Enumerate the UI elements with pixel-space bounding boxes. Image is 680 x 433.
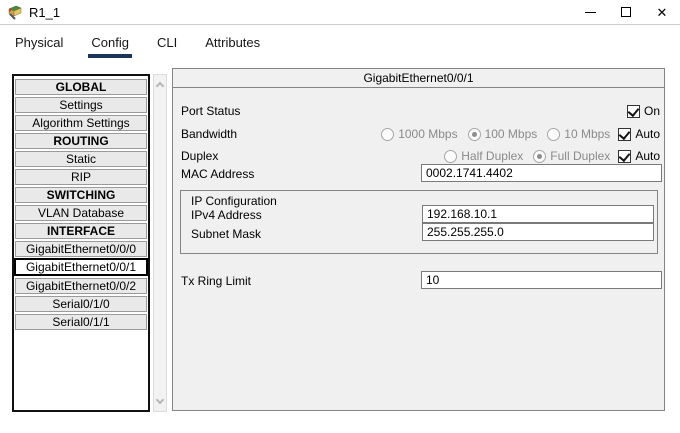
- close-icon: ✕: [656, 4, 668, 20]
- subnet-mask-label: Subnet Mask: [191, 227, 262, 241]
- port-status-on-label: On: [643, 104, 660, 118]
- bandwidth-10-radio[interactable]: [547, 127, 561, 141]
- sidebar-item-algorithm-settings[interactable]: Algorithm Settings: [15, 115, 147, 131]
- sidebar-header-global: GLOBAL: [15, 79, 147, 95]
- bandwidth-option-1000[interactable]: 1000 Mbps: [381, 127, 458, 141]
- sidebar-item-gig0-0-2[interactable]: GigabitEthernet0/0/2: [15, 278, 147, 294]
- sidebar-header-routing: ROUTING: [15, 133, 147, 149]
- config-sidebar: GLOBAL Settings Algorithm Settings ROUTI…: [12, 74, 150, 412]
- sidebar-scrollbar[interactable]: [153, 74, 167, 412]
- interface-panel-title: GigabitEthernet0/0/1: [173, 69, 664, 88]
- sidebar-item-rip[interactable]: RIP: [15, 169, 147, 185]
- config-content: GLOBAL Settings Algorithm Settings ROUTI…: [0, 62, 680, 433]
- sidebar-item-gig0-0-0[interactable]: GigabitEthernet0/0/0: [15, 241, 147, 257]
- ip-configuration-group: IP Configuration IPv4 Address Subnet Mas…: [180, 190, 658, 254]
- half-duplex-radio[interactable]: [444, 149, 458, 163]
- bandwidth-auto[interactable]: Auto: [618, 127, 660, 141]
- duplex-row: Duplex Half Duplex Full Duplex Auto: [181, 147, 660, 165]
- sidebar-item-static[interactable]: Static: [15, 151, 147, 167]
- bandwidth-1000-radio[interactable]: [381, 127, 395, 141]
- sidebar-item-settings[interactable]: Settings: [15, 97, 147, 113]
- router-device-icon: [7, 4, 23, 20]
- minimize-button[interactable]: [572, 0, 608, 24]
- port-status-row: Port Status On: [181, 102, 660, 120]
- sidebar-item-serial0-1-0[interactable]: Serial0/1/0: [15, 296, 147, 312]
- sidebar-header-switching: SWITCHING: [15, 187, 147, 203]
- close-button[interactable]: ✕: [644, 0, 680, 24]
- mac-address-label: MAC Address: [181, 167, 255, 181]
- scroll-up-icon[interactable]: [155, 81, 165, 91]
- duplex-option-half[interactable]: Half Duplex: [444, 149, 523, 163]
- duplex-auto[interactable]: Auto: [618, 149, 660, 163]
- maximize-button[interactable]: [608, 0, 644, 24]
- bandwidth-row: Bandwidth 1000 Mbps 100 Mbps 10 Mbps Aut…: [181, 125, 660, 143]
- tab-bar: Physical Config CLI Attributes: [0, 25, 680, 62]
- mac-address-input[interactable]: [421, 164, 662, 182]
- ip-configuration-title: IP Configuration: [191, 194, 277, 208]
- bandwidth-option-10[interactable]: 10 Mbps: [547, 127, 610, 141]
- tx-ring-limit-label: Tx Ring Limit: [181, 274, 252, 288]
- ipv4-address-label: IPv4 Address: [191, 208, 262, 222]
- duplex-option-full[interactable]: Full Duplex: [533, 149, 610, 163]
- full-duplex-radio[interactable]: [533, 149, 547, 163]
- tab-physical[interactable]: Physical: [12, 35, 66, 58]
- tab-config[interactable]: Config: [88, 35, 132, 58]
- duplex-label: Duplex: [181, 149, 219, 163]
- tx-ring-limit-input[interactable]: [421, 271, 662, 289]
- maximize-icon: [621, 7, 631, 17]
- subnet-mask-input[interactable]: [422, 223, 654, 241]
- bandwidth-label: Bandwidth: [181, 127, 238, 141]
- scroll-down-icon[interactable]: [155, 395, 165, 405]
- minimize-icon: [584, 11, 596, 13]
- interface-panel: GigabitEthernet0/0/1 Port Status On Band…: [172, 68, 665, 411]
- sidebar-item-gig0-0-1[interactable]: GigabitEthernet0/0/1: [14, 258, 148, 276]
- window-controls: ✕: [572, 0, 680, 24]
- bandwidth-100-radio[interactable]: [467, 127, 481, 141]
- sidebar-item-vlan-database[interactable]: VLAN Database: [15, 205, 147, 221]
- bandwidth-option-100[interactable]: 100 Mbps: [467, 127, 537, 141]
- tab-cli[interactable]: CLI: [154, 35, 180, 58]
- window-title: R1_1: [29, 4, 61, 20]
- ipv4-address-input[interactable]: [422, 205, 654, 223]
- port-status-checkbox[interactable]: [626, 104, 640, 118]
- sidebar-header-interface: INTERFACE: [15, 223, 147, 239]
- title-bar: R1_1 ✕: [0, 0, 680, 25]
- bandwidth-auto-checkbox[interactable]: [618, 127, 632, 141]
- port-status-label: Port Status: [181, 104, 241, 118]
- tab-attributes[interactable]: Attributes: [202, 35, 263, 58]
- duplex-auto-checkbox[interactable]: [618, 149, 632, 163]
- sidebar-item-serial0-1-1[interactable]: Serial0/1/1: [15, 314, 147, 330]
